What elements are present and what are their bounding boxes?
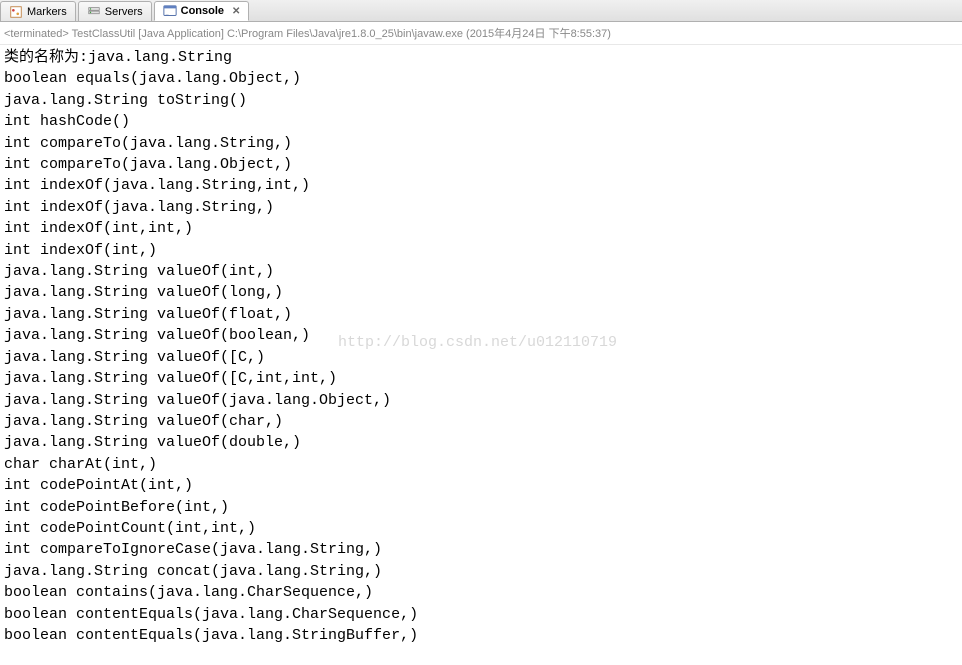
tab-label: Servers [105, 6, 143, 18]
close-icon[interactable]: ✕ [232, 6, 240, 17]
console-line: int compareTo(java.lang.Object,) [4, 154, 958, 175]
console-output[interactable]: http://blog.csdn.net/u012110719 类的名称为:ja… [0, 45, 962, 648]
console-line: char charAt(int,) [4, 454, 958, 475]
console-line: java.lang.String concat(java.lang.String… [4, 561, 958, 582]
console-line: int codePointBefore(int,) [4, 497, 958, 518]
console-line: java.lang.String valueOf(char,) [4, 411, 958, 432]
console-line: boolean equals(java.lang.Object,) [4, 68, 958, 89]
console-line: java.lang.String valueOf([C,int,int,) [4, 368, 958, 389]
console-line: int compareTo(java.lang.String,) [4, 133, 958, 154]
console-line: int codePointAt(int,) [4, 475, 958, 496]
console-line: 类的名称为:java.lang.String [4, 47, 958, 68]
svg-text:_: _ [164, 10, 168, 16]
console-line: int indexOf(java.lang.String,) [4, 197, 958, 218]
console-line: int indexOf(int,) [4, 240, 958, 261]
tab-label: Markers [27, 6, 67, 18]
console-line: int compareToIgnoreCase(java.lang.String… [4, 539, 958, 560]
console-line: java.lang.String valueOf(int,) [4, 261, 958, 282]
console-icon: _ [163, 4, 177, 18]
console-line: java.lang.String valueOf(double,) [4, 432, 958, 453]
console-line: int indexOf(java.lang.String,int,) [4, 175, 958, 196]
console-line: java.lang.String valueOf(long,) [4, 282, 958, 303]
markers-icon [9, 5, 23, 19]
console-line: java.lang.String toString() [4, 90, 958, 111]
console-line: int codePointCount(int,int,) [4, 518, 958, 539]
console-line: boolean contentEquals(java.lang.CharSequ… [4, 604, 958, 625]
console-line: boolean contains(java.lang.CharSequence,… [4, 582, 958, 603]
servers-icon [87, 5, 101, 19]
tab-bar: Markers Servers _ Console ✕ [0, 0, 962, 22]
tab-servers[interactable]: Servers [78, 1, 152, 21]
console-line: java.lang.String valueOf([C,) [4, 347, 958, 368]
tab-markers[interactable]: Markers [0, 1, 76, 21]
console-line: java.lang.String valueOf(boolean,) [4, 325, 958, 346]
console-line: java.lang.String valueOf(float,) [4, 304, 958, 325]
console-line: java.lang.String valueOf(java.lang.Objec… [4, 390, 958, 411]
console-line: int indexOf(int,int,) [4, 218, 958, 239]
console-line: int hashCode() [4, 111, 958, 132]
console-line: boolean contentEquals(java.lang.StringBu… [4, 625, 958, 646]
terminated-status: <terminated> TestClassUtil [Java Applica… [0, 22, 962, 45]
tab-label: Console [181, 5, 224, 17]
tab-console[interactable]: _ Console ✕ [154, 1, 250, 21]
